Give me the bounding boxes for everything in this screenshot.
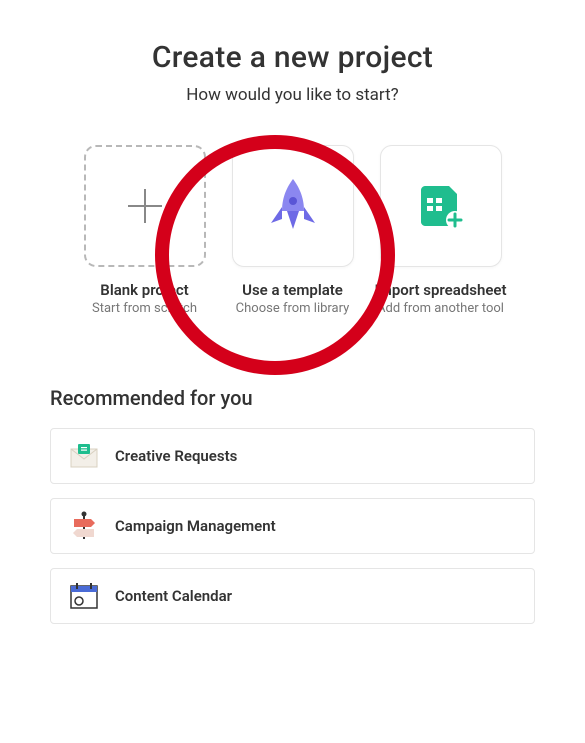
card-title: Import spreadsheet [374, 281, 506, 299]
signpost-icon [69, 511, 99, 541]
card-import-spreadsheet[interactable]: Import spreadsheet Add from another tool [376, 145, 506, 316]
recommended-item-label: Creative Requests [115, 447, 237, 465]
card-title: Use a template [242, 281, 343, 299]
recommended-heading: Recommended for you [50, 386, 535, 410]
envelope-icon [69, 441, 99, 471]
card-desc: Choose from library [236, 301, 350, 316]
card-desc: Add from another tool [377, 301, 504, 316]
card-blank-project[interactable]: Blank project Start from scratch [80, 145, 210, 316]
recommended-item-campaign-management[interactable]: Campaign Management [50, 498, 535, 554]
recommended-item-label: Campaign Management [115, 517, 276, 535]
recommended-item-content-calendar[interactable]: Content Calendar [50, 568, 535, 624]
recommended-item-label: Content Calendar [115, 587, 232, 605]
rocket-icon [267, 177, 319, 235]
recommended-list: Creative Requests Campaign Management [50, 428, 535, 624]
page-subtitle: How would you like to start? [50, 85, 535, 105]
card-title: Blank project [100, 281, 188, 299]
template-icon-box [232, 145, 354, 267]
card-use-template[interactable]: Use a template Choose from library [228, 145, 358, 316]
card-desc: Start from scratch [92, 301, 197, 316]
calendar-icon [69, 581, 99, 611]
plus-icon [128, 189, 162, 223]
recommended-item-creative-requests[interactable]: Creative Requests [50, 428, 535, 484]
spreadsheet-plus-icon [417, 182, 465, 230]
page-title: Create a new project [50, 40, 535, 75]
spreadsheet-icon-box [380, 145, 502, 267]
blank-project-icon-box [84, 145, 206, 267]
project-start-options: Blank project Start from scratch Use a t… [50, 145, 535, 316]
